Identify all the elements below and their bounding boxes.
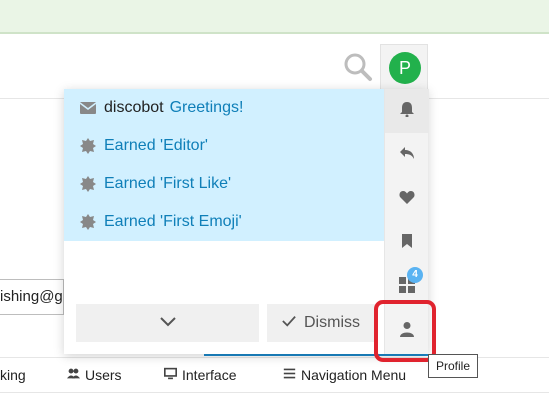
avatar: P	[389, 52, 421, 84]
email-field[interactable]: ishing@g	[0, 279, 64, 315]
notification-text: Greetings!	[169, 99, 244, 116]
nav-item-label: king	[0, 367, 26, 383]
show-more-button[interactable]	[76, 304, 259, 342]
highlight-box	[374, 300, 436, 362]
chevron-down-icon	[159, 314, 176, 332]
notification-item[interactable]: Earned 'First Like'	[64, 165, 384, 203]
notification-item[interactable]: Earned 'Editor'	[64, 127, 384, 165]
page: P ishing@g king Users Interface Navigati…	[0, 0, 549, 410]
bell-icon	[399, 101, 415, 122]
notification-item[interactable]: Earned 'First Emoji'	[64, 203, 384, 241]
reply-icon	[399, 145, 415, 166]
nav-item-users[interactable]: Users	[67, 367, 122, 383]
badge-count: 4	[407, 267, 423, 283]
nav-item-label: Navigation Menu	[301, 367, 407, 383]
heart-icon	[399, 189, 415, 210]
check-icon	[282, 314, 296, 333]
user-menu-button[interactable]: P	[380, 44, 428, 90]
menu-icon	[283, 367, 301, 383]
notification-text: Earned 'First Like'	[104, 175, 232, 192]
notification-sender: discobot	[104, 99, 164, 116]
tab-bookmarks[interactable]	[385, 221, 429, 265]
badge-icon	[80, 214, 96, 230]
monitor-icon	[164, 367, 182, 383]
email-value: ishing@g	[0, 288, 63, 305]
nav-item-label: Users	[85, 367, 122, 383]
badge-icon	[80, 176, 96, 192]
notification-item[interactable]: discobot Greetings!	[64, 89, 384, 127]
notification-text: Earned 'First Emoji'	[104, 213, 242, 230]
dismiss-button[interactable]: Dismiss	[267, 304, 375, 342]
bookmark-icon	[399, 233, 415, 254]
nav-item-interface[interactable]: Interface	[164, 367, 236, 383]
tooltip: Profile	[428, 354, 478, 378]
nav-item-tracking[interactable]: king	[0, 367, 26, 383]
nav-item-navigation-menu[interactable]: Navigation Menu	[283, 367, 406, 383]
tab-likes[interactable]	[385, 177, 429, 221]
top-banner	[0, 0, 549, 34]
badge-icon	[80, 138, 96, 154]
envelope-icon	[79, 100, 97, 116]
tab-replies[interactable]	[385, 133, 429, 177]
nav-item-label: Interface	[182, 367, 237, 383]
tab-notifications[interactable]	[385, 89, 429, 133]
dismiss-label: Dismiss	[304, 314, 360, 331]
notification-list: discobot Greetings! Earned 'Editor' Earn…	[64, 89, 384, 241]
search-icon[interactable]	[343, 52, 373, 82]
notification-text: Earned 'Editor'	[104, 137, 208, 154]
users-icon	[67, 367, 85, 383]
